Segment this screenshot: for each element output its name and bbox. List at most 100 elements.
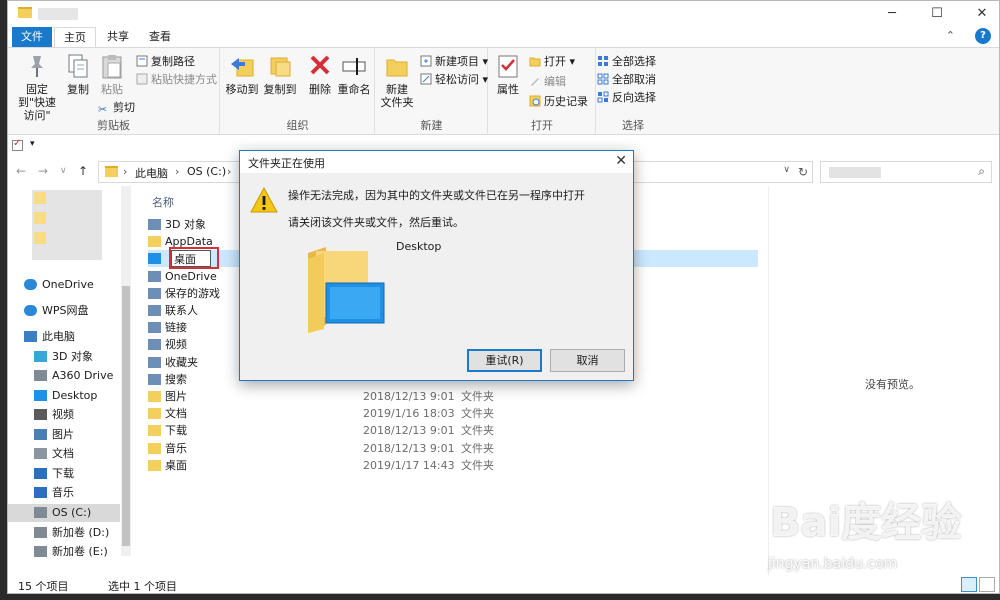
expand-ribbon-icon[interactable]: ⌃ [946, 29, 955, 42]
file-name-cell: OneDrive [148, 268, 217, 285]
nav-item[interactable]: 图片 [8, 426, 120, 444]
drive-icon [34, 370, 47, 381]
close-window-button[interactable]: ✕ [967, 5, 997, 23]
nav-item[interactable]: OS (C:) [8, 504, 120, 522]
invert-selection-label: 反向选择 [612, 91, 656, 104]
breadcrumb-separator-icon[interactable]: › [175, 165, 179, 178]
select-all-button[interactable]: 全部选择 [597, 54, 656, 70]
minimize-button[interactable]: ─ [877, 5, 907, 23]
nav-item[interactable]: 视频 [8, 406, 120, 424]
copy-button[interactable]: 复制 [64, 52, 92, 96]
tab-home[interactable]: 主页 [54, 27, 96, 47]
delete-button[interactable]: 删除 [307, 52, 333, 96]
customize-toolbar-icon[interactable]: ▾ [30, 139, 35, 149]
nav-item[interactable]: WPS网盘 [8, 302, 120, 320]
file-row[interactable]: 图片 2018/12/13 9:01 文件夹 [148, 388, 758, 405]
retry-button[interactable]: 重试(R) [467, 349, 542, 372]
file-row[interactable]: 桌面 2019/1/17 14:43 文件夹 [148, 457, 758, 474]
up-icon[interactable]: ↑ [78, 164, 88, 178]
rename-button[interactable]: 重命名 [337, 52, 371, 96]
forward-icon[interactable]: → [38, 164, 48, 178]
file-name: OneDrive [165, 269, 217, 283]
paste-shortcut-icon [136, 73, 148, 85]
paste-shortcut-button[interactable]: 粘贴快捷方式 [136, 72, 217, 88]
nav-item[interactable]: 音乐 [8, 484, 120, 502]
file-name: AppData [165, 235, 213, 249]
nav-item[interactable]: 新加卷 (D:) [8, 524, 120, 542]
dialog-close-button[interactable]: ✕ [615, 153, 627, 169]
properties-checkbox-icon[interactable] [12, 138, 23, 151]
copy-path-button[interactable]: 复制路径 [136, 54, 195, 70]
invert-selection-button[interactable]: 反向选择 [597, 90, 656, 106]
edit-icon [531, 78, 539, 86]
file-row[interactable]: 音乐 2018/12/13 9:01 文件夹 [148, 440, 758, 457]
copy-path-label: 复制路径 [151, 55, 195, 68]
breadcrumb-separator-icon[interactable]: › [227, 165, 231, 178]
history-button[interactable]: 历史记录 [529, 94, 588, 110]
file-name: 下载 [165, 424, 187, 438]
nav-item-label: 音乐 [52, 486, 74, 499]
refresh-icon[interactable]: ↻ [798, 165, 808, 179]
select-none-button[interactable]: 全部取消 [597, 72, 656, 88]
maximize-button[interactable]: ☐ [922, 5, 952, 23]
move-to-label: 移动到 [225, 83, 259, 96]
nav-scrollbar[interactable] [121, 186, 131, 556]
paste-button[interactable]: 粘贴 [98, 52, 126, 96]
file-row[interactable]: 文档 2019/1/16 18:03 文件夹 [148, 405, 758, 422]
edit-button[interactable]: 编辑 [529, 74, 566, 90]
nav-item-label: 新加卷 (E:) [52, 545, 108, 558]
open-group: 属性 打开 ▾ 编辑 历史记录 打开 [489, 48, 596, 135]
nav-item[interactable]: 此电脑 [8, 328, 120, 346]
desktop-folder-icon [308, 247, 385, 333]
cut-button[interactable]: ✂ 剪切 [98, 100, 135, 116]
rename-input[interactable]: 桌面 [171, 250, 211, 268]
new-folder-button[interactable]: 新建 文件夹 [380, 52, 414, 109]
back-icon[interactable]: ← [16, 164, 26, 178]
copy-to-label: 复制到 [263, 83, 297, 96]
easy-access-label: 轻松访问 ▾ [435, 73, 489, 86]
copy-to-button[interactable]: 复制到 [263, 52, 297, 96]
file-name-cell: 桌面 [148, 457, 187, 474]
music-icon [34, 487, 47, 498]
recent-locations-icon[interactable]: ∨ [60, 166, 67, 176]
nav-item[interactable]: 3D 对象 [8, 348, 120, 366]
search-input[interactable]: ⌕ [820, 161, 992, 183]
nav-item[interactable]: Desktop [8, 387, 120, 405]
nav-item[interactable]: 文档 [8, 445, 120, 463]
nav-scroll-thumb[interactable] [122, 286, 130, 546]
folder-icon [105, 166, 118, 177]
file-row[interactable]: 下载 2018/12/13 9:01 文件夹 [148, 422, 758, 439]
nav-item[interactable]: 下载 [8, 465, 120, 483]
item-count: 15 个项目 [18, 580, 69, 593]
nav-item[interactable]: A360 Drive [8, 367, 120, 385]
tab-share[interactable]: 共享 [98, 27, 138, 47]
open-button[interactable]: 打开 ▾ [529, 54, 575, 70]
file-name: 收藏夹 [165, 355, 198, 369]
breadcrumb-pc[interactable]: 此电脑 [135, 165, 168, 181]
folder-icon [148, 391, 161, 402]
nav-item-label: 图片 [52, 428, 74, 441]
breadcrumb-drive[interactable]: OS (C:) [187, 165, 226, 178]
new-item-button[interactable]: 新建项目 ▾ [420, 54, 488, 70]
easy-access-button[interactable]: 轻松访问 ▾ [420, 72, 488, 88]
pin-icon [31, 56, 43, 77]
help-icon[interactable]: ? [975, 28, 991, 44]
column-name-header[interactable]: 名称 [152, 194, 174, 210]
video-icon [34, 409, 47, 420]
special-folder-icon [148, 356, 161, 368]
tab-view[interactable]: 查看 [140, 27, 180, 47]
move-to-button[interactable]: 移动到 [225, 52, 259, 96]
pin-quick-access-button[interactable]: 固定到"快速访问" [12, 52, 62, 122]
history-icon [529, 95, 541, 107]
breadcrumb-separator-icon[interactable]: › [123, 165, 127, 178]
folder-icon [148, 442, 161, 454]
nav-item[interactable]: OneDrive [8, 276, 120, 294]
address-dropdown-icon[interactable]: ∨ [783, 165, 790, 175]
file-name-cell: 文档 [148, 405, 187, 422]
tab-file[interactable]: 文件 [12, 27, 52, 47]
properties-button[interactable]: 属性 [493, 52, 523, 96]
nav-item[interactable]: 新加卷 (E:) [8, 543, 120, 561]
move-to-icon [231, 58, 254, 77]
cancel-button[interactable]: 取消 [550, 349, 625, 372]
watermark-url: jingyan.baidu.com [768, 556, 898, 572]
